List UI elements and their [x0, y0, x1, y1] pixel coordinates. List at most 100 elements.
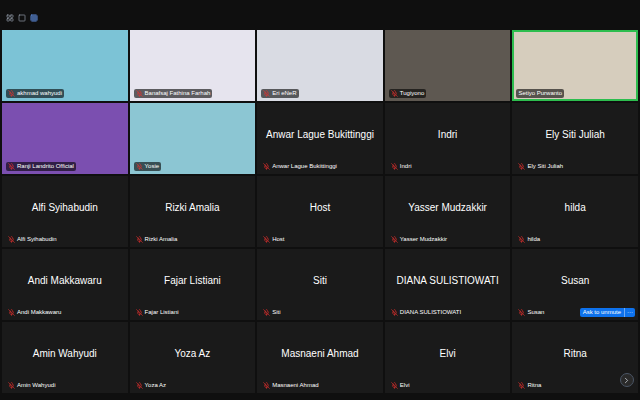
mic-muted-icon — [518, 382, 525, 389]
participant-name: Masnaeni Ahmad — [281, 348, 358, 361]
top-bar — [0, 0, 640, 30]
participant-name: Yoza Az — [175, 348, 211, 361]
mic-muted-icon — [391, 382, 398, 389]
participant-name: DIANA SULISTIOWATI — [396, 275, 498, 288]
participant-name: Anwar Lague Bukittinggi — [266, 129, 374, 142]
mic-muted-icon — [8, 382, 15, 389]
mic-muted-icon — [518, 309, 525, 316]
mic-muted-icon — [391, 236, 398, 243]
name-label: Tugiyono — [389, 89, 426, 98]
participant-name: Ely Siti Juliah — [545, 129, 604, 142]
name-label: Susan — [516, 308, 546, 317]
participant-tile[interactable]: Masnaeni Ahmad Masnaeni Ahmad — [257, 322, 383, 393]
participant-tile[interactable]: Susan Susan Ask to unmute··· — [512, 249, 638, 320]
name-label: Anwar Lague Bukittinggi — [261, 162, 339, 171]
mic-muted-icon — [263, 90, 270, 97]
participant-tile[interactable]: Ely Siti Juliah Ely Siti Juliah — [512, 103, 638, 174]
meeting-window: akhmad wahyudi Banafsaj Fathina Farhah Eri… — [0, 0, 640, 400]
participant-tile[interactable]: Setiyo Purwanto — [512, 30, 638, 101]
name-label: Host — [261, 235, 286, 244]
participant-name: Ritna — [564, 348, 587, 361]
participant-tile[interactable]: DIANA SULISTIOWATI DIANA SULISTIOWATI — [385, 249, 511, 320]
mic-muted-icon — [136, 236, 143, 243]
mic-muted-icon — [391, 163, 398, 170]
mic-muted-icon — [518, 163, 525, 170]
name-label: Banafsaj Fathina Farhah — [134, 89, 213, 98]
participant-name: Host — [310, 202, 331, 215]
participant-name: Fajar Listiani — [164, 275, 221, 288]
participant-tile[interactable]: Ranji Landrito Official — [2, 103, 128, 174]
name-label: Alfi Syihabudin — [6, 235, 59, 244]
name-label: Setiyo Purwanto — [516, 89, 564, 98]
participant-name: Rizki Amalia — [165, 202, 219, 215]
name-label: Fajar Listiani — [134, 308, 181, 317]
name-label: akhmad wahyudi — [6, 89, 64, 98]
name-label: Eri eNeR — [261, 89, 298, 98]
mic-muted-icon — [391, 90, 398, 97]
name-label: Masnaeni Ahmad — [261, 381, 320, 390]
mic-muted-icon — [136, 90, 143, 97]
mic-muted-icon — [518, 236, 525, 243]
participant-name: Alfi Syihabudin — [32, 202, 98, 215]
name-label: Yasser Mudzakkir — [389, 235, 449, 244]
participant-name: Andi Makkawaru — [28, 275, 102, 288]
participant-grid: akhmad wahyudi Banafsaj Fathina Farhah Eri… — [0, 30, 640, 393]
name-label: Indri — [389, 162, 414, 171]
participant-tile[interactable]: Anwar Lague Bukittinggi Anwar Lague Bukit… — [257, 103, 383, 174]
participant-name: Elvi — [440, 348, 456, 361]
participant-tile[interactable]: Andi Makkawaru Andi Makkawaru — [2, 249, 128, 320]
mic-muted-icon — [136, 382, 143, 389]
participant-tile[interactable]: Indri Indri — [385, 103, 511, 174]
next-page-button[interactable] — [620, 373, 634, 387]
name-label: Amin Wahyudi — [6, 381, 57, 390]
participant-tile[interactable]: hildahilda — [512, 176, 638, 247]
mic-muted-icon — [8, 236, 15, 243]
mic-muted-icon — [263, 309, 270, 316]
mic-muted-icon — [8, 309, 15, 316]
participant-tile[interactable]: Siti Siti — [257, 249, 383, 320]
gallery-icon[interactable] — [30, 14, 38, 22]
mic-muted-icon — [391, 309, 398, 316]
participant-name: Yasser Mudzakkir — [408, 202, 487, 215]
name-label: Siti — [261, 308, 282, 317]
participant-tile[interactable]: Host Host — [257, 176, 383, 247]
name-label: Rizki Amalia — [134, 235, 180, 244]
participant-tile[interactable]: Amin Wahyudi Amin Wahyudi — [2, 322, 128, 393]
more-button[interactable]: ··· — [624, 308, 635, 317]
mic-muted-icon — [136, 309, 143, 316]
participant-tile[interactable]: Fajar Listiani Fajar Listiani — [130, 249, 256, 320]
mic-muted-icon — [8, 90, 15, 97]
name-label: Yoza Az — [134, 381, 168, 390]
name-label: DIANA SULISTIOWATI — [389, 308, 463, 317]
layout-icon[interactable] — [6, 14, 14, 22]
name-label: Yosie — [134, 162, 161, 171]
name-label: Ranji Landrito Official — [6, 162, 76, 171]
name-label: Elvi — [389, 381, 412, 390]
name-label: Andi Makkawaru — [6, 308, 63, 317]
participant-tile[interactable]: Elvi Elvi — [385, 322, 511, 393]
participant-tile[interactable]: Yoza Az Yoza Az — [130, 322, 256, 393]
participant-name: Siti — [313, 275, 327, 288]
participant-tile[interactable]: Rizki Amalia Rizki Amalia — [130, 176, 256, 247]
participant-tile[interactable]: Alfi Syihabudin Alfi Syihabudin — [2, 176, 128, 247]
chevron-right-icon — [622, 376, 631, 385]
window-icon[interactable] — [18, 14, 26, 22]
participant-name: Amin Wahyudi — [33, 348, 97, 361]
name-label: hilda — [516, 235, 542, 244]
participant-tile[interactable]: Yosie — [130, 103, 256, 174]
ask-to-unmute[interactable]: Ask to unmute··· — [580, 308, 635, 317]
mic-muted-icon — [136, 163, 143, 170]
participant-tile[interactable]: Banafsaj Fathina Farhah — [130, 30, 256, 101]
mic-muted-icon — [8, 163, 15, 170]
mic-muted-icon — [263, 163, 270, 170]
participant-tile[interactable]: Eri eNeR — [257, 30, 383, 101]
participant-name: Indri — [438, 129, 457, 142]
name-label: Ely Siti Juliah — [516, 162, 565, 171]
participant-tile[interactable]: Tugiyono — [385, 30, 511, 101]
participant-tile[interactable]: akhmad wahyudi — [2, 30, 128, 101]
name-label: Ritna — [516, 381, 543, 390]
mic-muted-icon — [263, 236, 270, 243]
participant-tile[interactable]: Yasser Mudzakkir Yasser Mudzakkir — [385, 176, 511, 247]
participant-tile[interactable]: Ritna Ritna — [512, 322, 638, 393]
participant-name: Susan — [561, 275, 589, 288]
